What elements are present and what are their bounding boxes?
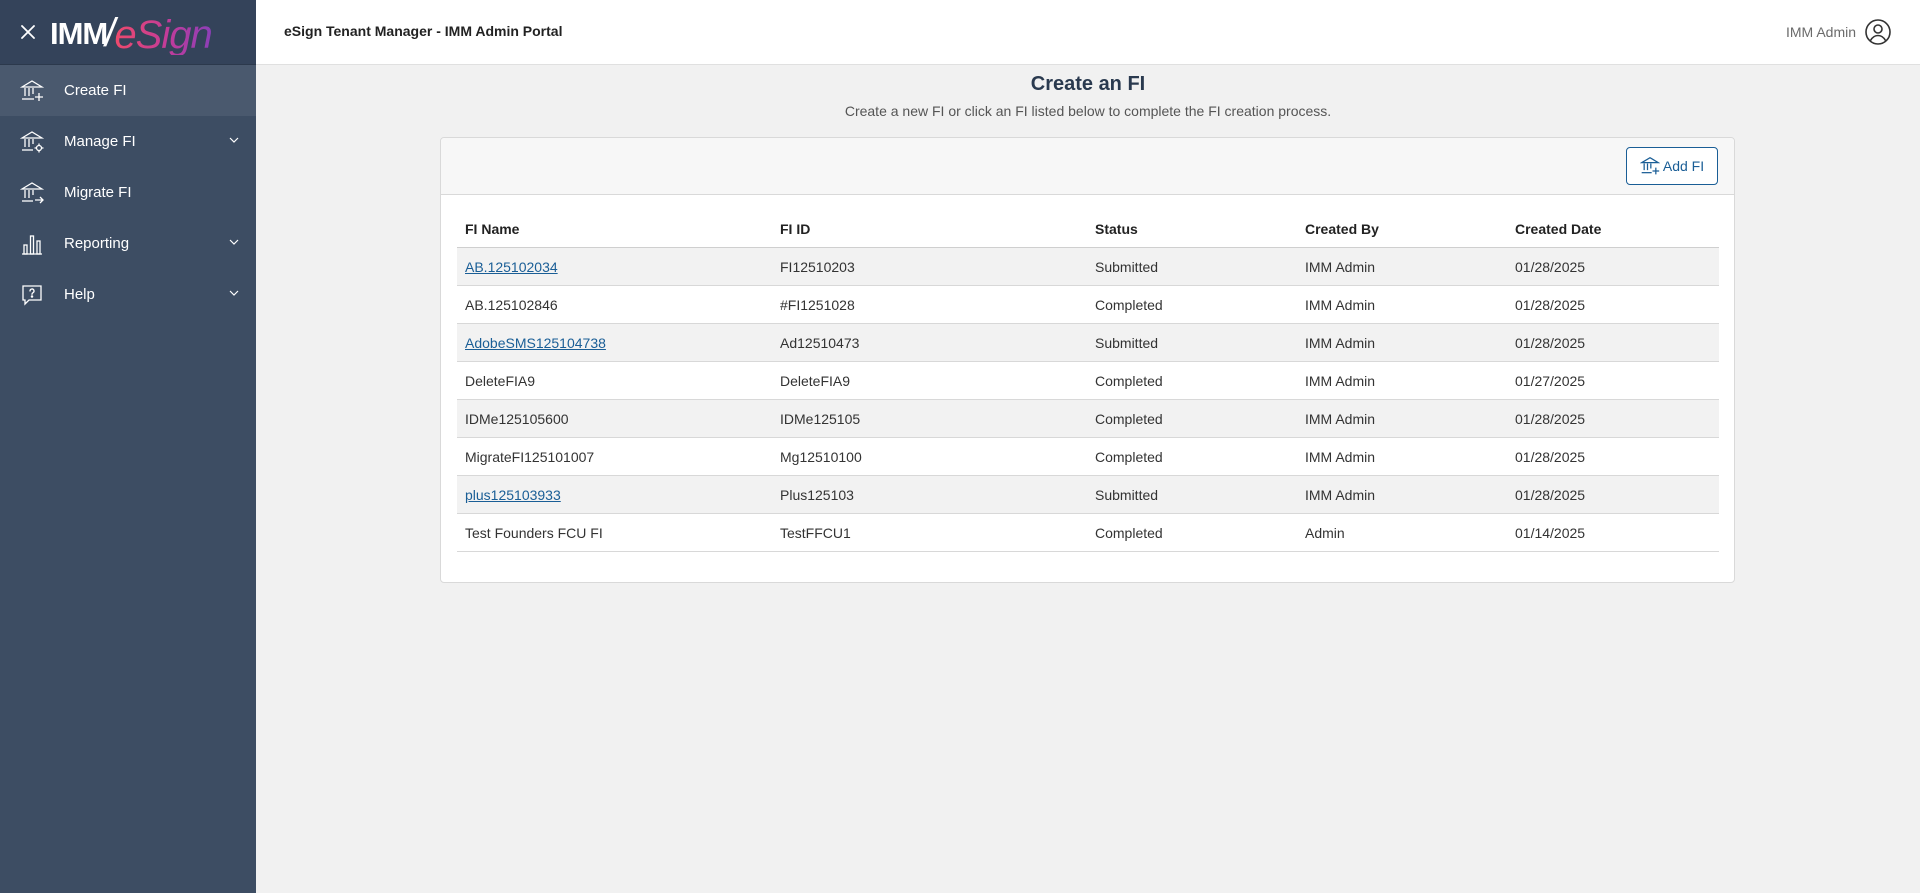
cell-created-date: 01/27/2025: [1507, 361, 1719, 400]
logo-imm-text: IMM: [50, 16, 108, 51]
cell-fi-id: TestFFCU1: [772, 513, 1087, 552]
cell-created-by: IMM Admin: [1297, 399, 1507, 438]
fi-name-link[interactable]: plus125103933: [465, 487, 561, 503]
table-row: plus125103933 Plus125103 Submitted IMM A…: [457, 475, 1719, 514]
table-row: AB.125102846 #FI1251028 Completed IMM Ad…: [457, 285, 1719, 324]
cell-fi-name: AdobeSMS125104738: [457, 323, 772, 362]
imm-esign-logo: IMM / eSign: [50, 7, 213, 57]
fi-table: FI Name FI ID Status Created By Created …: [457, 210, 1719, 552]
top-bar: eSign Tenant Manager - IMM Admin Portal …: [256, 0, 1920, 65]
cell-created-date: 01/28/2025: [1507, 323, 1719, 362]
column-header-fi-name[interactable]: FI Name: [457, 210, 772, 248]
cell-created-by: IMM Admin: [1297, 475, 1507, 514]
cell-fi-name: AB.125102846: [457, 285, 772, 324]
fi-name-link[interactable]: AB.125102034: [465, 259, 558, 275]
column-header-created-by[interactable]: Created By: [1297, 210, 1507, 248]
cell-fi-id: Ad12510473: [772, 323, 1087, 362]
cell-fi-id: #FI1251028: [772, 285, 1087, 324]
user-avatar-icon: [1865, 19, 1891, 45]
app-title: eSign Tenant Manager - IMM Admin Portal: [284, 23, 563, 39]
sidebar-item-label: Migrate FI: [64, 184, 132, 201]
brand-bar: IMM / eSign: [0, 0, 256, 65]
cell-created-by: Admin: [1297, 513, 1507, 552]
cell-fi-name: DeleteFIA9: [457, 361, 772, 400]
cell-fi-name: MigrateFI125101007: [457, 437, 772, 476]
chevron-down-icon: [229, 290, 239, 296]
bank-plus-icon: [20, 79, 44, 101]
column-header-status[interactable]: Status: [1087, 210, 1297, 248]
cell-created-date: 01/28/2025: [1507, 285, 1719, 324]
table-row: AB.125102034 FI12510203 Submitted IMM Ad…: [457, 247, 1719, 286]
cell-created-by: IMM Admin: [1297, 323, 1507, 362]
page-title: Create an FI: [1030, 73, 1146, 95]
cell-fi-name: plus125103933: [457, 475, 772, 514]
sidebar-item-label: Reporting: [64, 235, 130, 252]
cell-status: Submitted: [1087, 323, 1297, 362]
sidebar-item-help[interactable]: Help: [0, 269, 256, 320]
cell-fi-id: FI12510203: [772, 247, 1087, 286]
cell-created-by: IMM Admin: [1297, 285, 1507, 324]
column-header-fi-id[interactable]: FI ID: [772, 210, 1087, 248]
cell-created-date: 01/28/2025: [1507, 475, 1719, 514]
cell-fi-name: IDMe125105600: [457, 399, 772, 438]
cell-status: Submitted: [1087, 247, 1297, 286]
sidebar: IMM / eSign Create FI Manage FI Migrate …: [0, 0, 256, 893]
table-row: IDMe125105600 IDMe125105 Completed IMM A…: [457, 399, 1719, 438]
cell-status: Completed: [1087, 437, 1297, 476]
cell-created-by: IMM Admin: [1297, 361, 1507, 400]
bar-chart-icon: [22, 234, 42, 255]
table-row: DeleteFIA9 DeleteFIA9 Completed IMM Admi…: [457, 361, 1719, 400]
bank-arrow-icon: [20, 181, 44, 203]
fi-name-link[interactable]: AdobeSMS125104738: [465, 335, 606, 351]
sidebar-item-migrate-fi[interactable]: Migrate FI: [0, 167, 256, 218]
sidebar-item-label: Manage FI: [64, 133, 136, 150]
bank-gear-icon: [20, 130, 44, 152]
close-icon: [21, 25, 35, 39]
fi-list-card: Add FI FI Name FI ID Status Created By C…: [440, 137, 1735, 583]
bank-plus-icon: [1639, 156, 1660, 175]
user-name: IMM Admin: [1785, 24, 1856, 40]
cell-fi-name: AB.125102034: [457, 247, 772, 286]
cell-created-date: 01/28/2025: [1507, 399, 1719, 438]
cell-status: Completed: [1087, 513, 1297, 552]
help-bubble-icon: [22, 284, 42, 306]
add-fi-label: Add FI: [1662, 158, 1705, 174]
cell-fi-id: IDMe125105: [772, 399, 1087, 438]
sidebar-item-reporting[interactable]: Reporting: [0, 218, 256, 269]
card-header: Add FI: [441, 138, 1734, 195]
cell-created-by: IMM Admin: [1297, 247, 1507, 286]
table-row: AdobeSMS125104738 Ad12510473 Submitted I…: [457, 323, 1719, 362]
sidebar-item-label: Create FI: [64, 82, 127, 99]
cell-status: Completed: [1087, 285, 1297, 324]
cell-created-date: 01/14/2025: [1507, 513, 1719, 552]
table-row: MigrateFI125101007 Mg12510100 Completed …: [457, 437, 1719, 476]
cell-fi-name: Test Founders FCU FI: [457, 513, 772, 552]
close-sidebar-button[interactable]: [0, 0, 56, 64]
sidebar-item-create-fi[interactable]: Create FI: [0, 65, 256, 116]
cell-status: Completed: [1087, 361, 1297, 400]
chevron-down-icon: [229, 137, 239, 143]
chevron-down-icon: [229, 239, 239, 245]
cell-created-by: IMM Admin: [1297, 437, 1507, 476]
table-row: Test Founders FCU FI TestFFCU1 Completed…: [457, 513, 1719, 552]
cell-status: Submitted: [1087, 475, 1297, 514]
cell-fi-id: DeleteFIA9: [772, 361, 1087, 400]
cell-created-date: 01/28/2025: [1507, 437, 1719, 476]
sidebar-item-manage-fi[interactable]: Manage FI: [0, 116, 256, 167]
logo-esign-text: eSign: [114, 13, 212, 57]
sidebar-item-label: Help: [64, 286, 95, 303]
table-header-row: FI Name FI ID Status Created By Created …: [457, 210, 1719, 248]
cell-fi-id: Mg12510100: [772, 437, 1087, 476]
page-subtitle: Create a new FI or click an FI listed be…: [844, 103, 1332, 119]
cell-created-date: 01/28/2025: [1507, 247, 1719, 286]
column-header-created-date[interactable]: Created Date: [1507, 210, 1719, 248]
add-fi-button[interactable]: Add FI: [1626, 147, 1718, 185]
user-menu[interactable]: IMM Admin: [1786, 18, 1892, 46]
cell-status: Completed: [1087, 399, 1297, 438]
cell-fi-id: Plus125103: [772, 475, 1087, 514]
